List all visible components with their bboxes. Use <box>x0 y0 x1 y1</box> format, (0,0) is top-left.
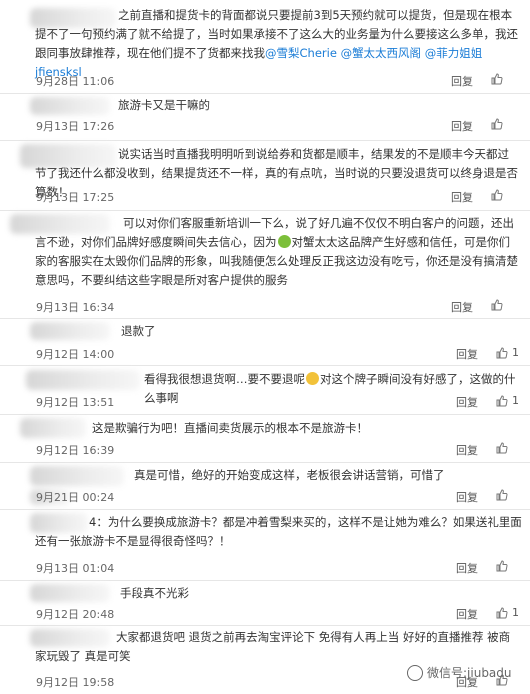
thumbs-up-icon <box>496 560 508 572</box>
like-count: 1 <box>512 606 519 619</box>
avatar-blurred <box>30 584 110 602</box>
wechat-logo-icon <box>407 664 423 681</box>
divider <box>0 414 530 415</box>
comment-date: 9月13日 17:26 <box>36 120 115 133</box>
comment-text: 之前直播和提货卡的背面都说只要提前3到5天预约就可以提货，但是现在根本提不了一句… <box>35 6 520 82</box>
avatar-blurred <box>30 466 124 486</box>
reply-button[interactable]: 回复 <box>456 442 478 458</box>
divider <box>0 509 530 510</box>
thumbs-up-icon <box>491 118 503 130</box>
like-button[interactable] <box>496 560 512 572</box>
comment-date: 9月12日 13:51 <box>36 396 115 409</box>
thumbs-up-icon <box>496 346 508 358</box>
like-button[interactable]: 1 <box>496 394 519 407</box>
like-button[interactable] <box>491 299 507 311</box>
thumbs-up-icon <box>491 189 503 201</box>
comment-text: 4：为什么要换成旅游卡？都是冲着雪梨来买的，这样不是让她为难么？如果送礼里面还有… <box>35 515 522 548</box>
thumbs-up-icon <box>496 606 508 618</box>
avatar-blurred <box>30 97 110 115</box>
comment-text: 旅游卡又是干嘛的 <box>118 98 210 112</box>
mention-link[interactable]: @蟹太太西风阁 <box>341 46 422 60</box>
like-button[interactable] <box>491 73 507 85</box>
comment-text: 手段真不光彩 <box>120 586 189 600</box>
watermark-text: 微信号:jiubadu <box>427 666 512 680</box>
mention-link[interactable]: @雪梨Cherie <box>265 46 337 60</box>
comment-date: 9月13日 01:04 <box>36 562 115 575</box>
divider <box>0 625 530 626</box>
wechat-watermark: 微信号:jiubadu <box>407 664 512 681</box>
comment-body: 看得我很想退货啊…要不要退呢 <box>144 372 305 386</box>
like-count: 1 <box>512 346 519 359</box>
divider <box>0 365 530 366</box>
like-button[interactable] <box>491 189 507 201</box>
comment-date: 9月12日 19:58 <box>36 676 115 689</box>
thumbs-up-icon <box>496 489 508 501</box>
like-button[interactable]: 1 <box>496 346 519 359</box>
comment-text: 真是可惜，绝好的开始变成这样，老板很会讲话营销，可惜了 <box>134 468 445 482</box>
like-button[interactable]: 1 <box>496 606 519 619</box>
comment-date: 9月12日 16:39 <box>36 444 115 457</box>
reply-button[interactable]: 回复 <box>451 118 473 134</box>
reply-button[interactable]: 回复 <box>456 560 478 576</box>
comment-date: 9月13日 17:25 <box>36 191 115 204</box>
reply-button[interactable]: 回复 <box>451 73 473 89</box>
comment-text: 可以对你们客服重新培训一下么，说了好几遍不仅仅不明白客户的问题，还出言不逊，对你… <box>35 214 520 290</box>
like-button[interactable] <box>496 442 512 454</box>
divider <box>0 580 530 581</box>
mango-emoji-icon <box>277 235 291 248</box>
thumbs-up-icon <box>496 442 508 454</box>
avatar-blurred <box>20 418 86 438</box>
like-button[interactable] <box>496 489 512 501</box>
comment-text: 退款了 <box>121 324 156 338</box>
comment-date: 9月13日 16:34 <box>36 301 115 314</box>
comment-date: 9月21日 00:24 <box>36 491 115 504</box>
like-button[interactable] <box>491 118 507 130</box>
comment-date: 9月12日 20:48 <box>36 608 115 621</box>
reply-button[interactable]: 回复 <box>451 299 473 315</box>
divider <box>0 318 530 319</box>
thumbs-up-icon <box>491 299 503 311</box>
divider <box>0 140 530 141</box>
comment-text: 大家都退货吧 退货之前再去淘宝评论下 免得有人再上当 好好的直播推荐 被商家玩毁… <box>35 630 511 663</box>
avatar-blurred <box>30 322 110 340</box>
reply-button[interactable]: 回复 <box>456 489 478 505</box>
reply-button[interactable]: 回复 <box>456 394 478 410</box>
comment-date: 9月28日 11:06 <box>36 75 115 88</box>
reply-button[interactable]: 回复 <box>451 189 473 205</box>
thumbs-up-icon <box>491 73 503 85</box>
divider <box>0 462 530 463</box>
like-count: 1 <box>512 394 519 407</box>
comment-date: 9月12日 14:00 <box>36 348 115 361</box>
comment-text: 这是欺骗行为吧！直播间卖货展示的根本不是旅游卡！ <box>92 421 368 435</box>
emoji-icon <box>306 372 319 385</box>
avatar-blurred <box>26 370 140 390</box>
divider <box>0 93 530 94</box>
reply-button[interactable]: 回复 <box>456 346 478 362</box>
divider <box>0 210 530 211</box>
thumbs-up-icon <box>496 394 508 406</box>
reply-button[interactable]: 回复 <box>456 606 478 622</box>
